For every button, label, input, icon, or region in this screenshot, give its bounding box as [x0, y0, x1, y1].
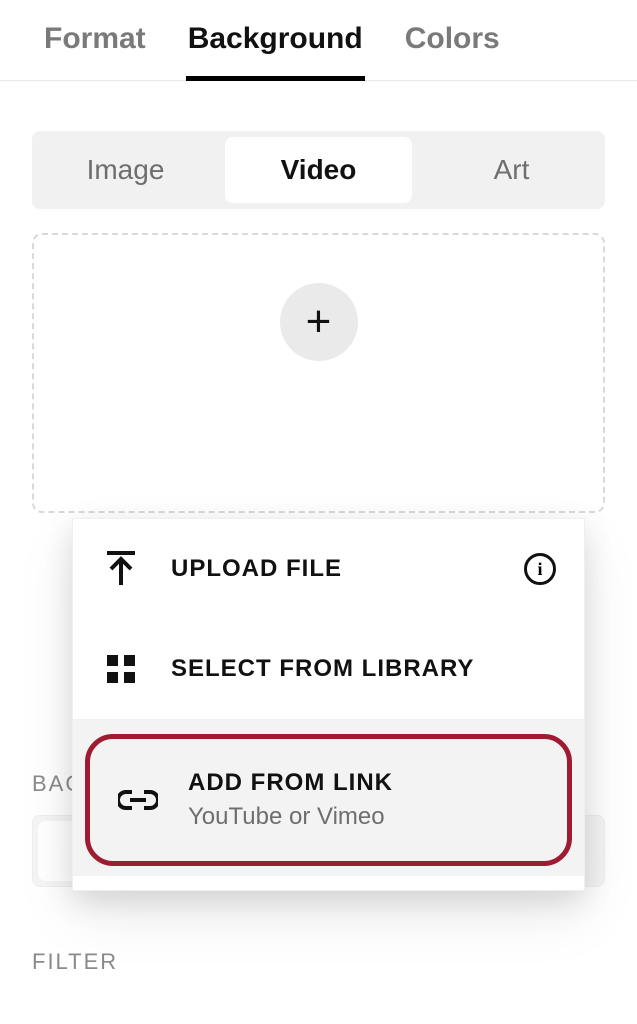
tab-background[interactable]: Background	[188, 22, 363, 80]
tab-colors[interactable]: Colors	[405, 22, 500, 80]
segment-art[interactable]: Art	[418, 131, 605, 209]
menu-add-from-link-label: ADD FROM LINK	[188, 769, 539, 797]
add-video-popover: UPLOAD FILE i SELECT FROM LIBRARY	[72, 518, 585, 891]
menu-upload-file-label: UPLOAD FILE	[171, 555, 494, 583]
info-icon[interactable]: i	[524, 553, 556, 585]
menu-group-link: ADD FROM LINK YouTube or Vimeo	[73, 720, 584, 890]
tab-format[interactable]: Format	[44, 22, 146, 80]
menu-select-library[interactable]: SELECT FROM LIBRARY	[73, 619, 584, 720]
video-dropzone[interactable]: +	[32, 233, 605, 513]
primary-tabs: Format Background Colors	[0, 0, 637, 81]
library-icon	[101, 649, 141, 689]
popover-bottom-strip	[73, 876, 584, 890]
plus-icon: +	[306, 300, 332, 344]
menu-add-from-link-sub: YouTube or Vimeo	[188, 803, 539, 831]
menu-select-library-label: SELECT FROM LIBRARY	[171, 655, 556, 683]
add-video-button[interactable]: +	[280, 283, 358, 361]
menu-add-from-link[interactable]: ADD FROM LINK YouTube or Vimeo	[85, 734, 572, 866]
segment-image[interactable]: Image	[32, 131, 219, 209]
filter-heading: FILTER	[32, 949, 605, 975]
menu-upload-file[interactable]: UPLOAD FILE i	[73, 519, 584, 619]
upload-icon	[101, 549, 141, 589]
link-icon	[118, 780, 158, 820]
media-type-segmented: Image Video Art	[32, 131, 605, 209]
segment-video[interactable]: Video	[225, 137, 412, 203]
